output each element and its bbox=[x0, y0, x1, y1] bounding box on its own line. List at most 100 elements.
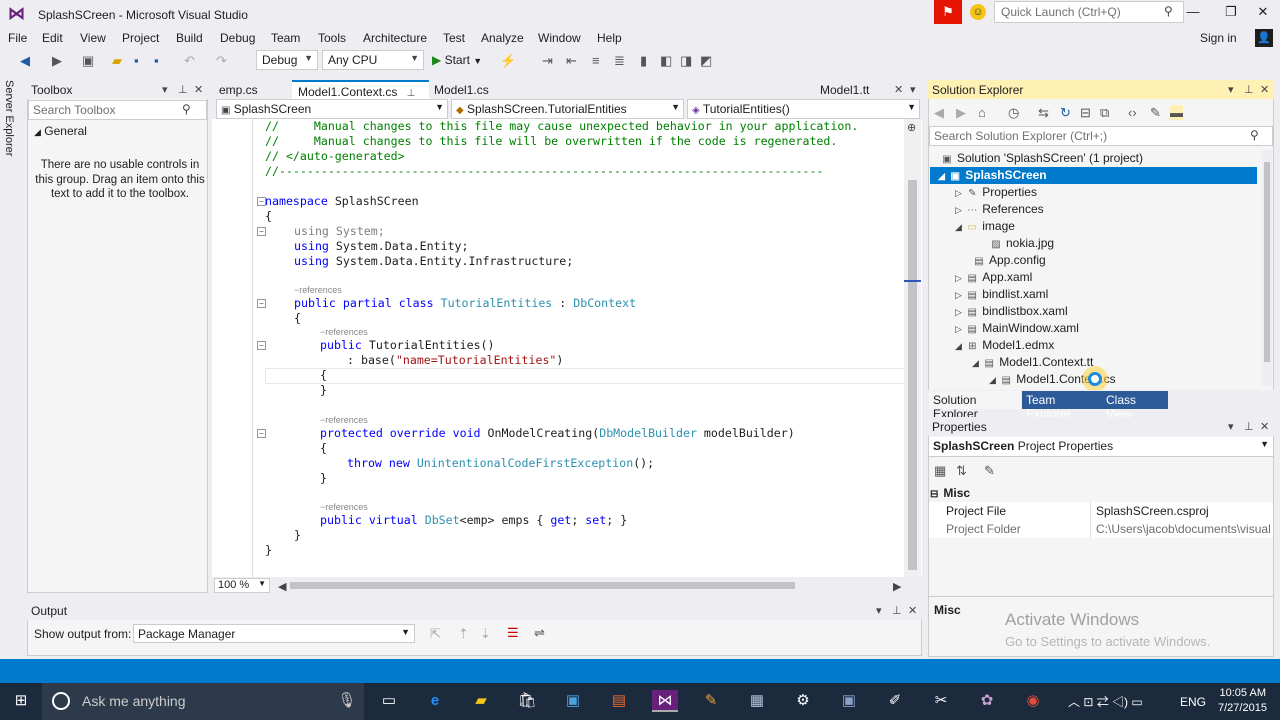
tab-emp-cs[interactable]: emp.cs bbox=[213, 80, 293, 99]
forward-icon[interactable]: ▶ bbox=[52, 53, 62, 69]
app-icon[interactable]: ⚙ bbox=[790, 690, 816, 712]
solution-explorer-search-input[interactable]: Search Solution Explorer (Ctrl+;) bbox=[929, 126, 1273, 146]
fold-toggle-icon[interactable]: − bbox=[257, 429, 266, 438]
menu-debug[interactable]: Debug bbox=[220, 31, 255, 45]
back-icon[interactable]: ◀ bbox=[934, 105, 944, 121]
tab-model1-context-cs[interactable]: Model1.Context.cs ⊥ ✕ bbox=[292, 80, 429, 113]
scrollbar-thumb[interactable] bbox=[908, 180, 917, 570]
codelens-references[interactable]: −references bbox=[320, 327, 368, 337]
tree-item-bindlist-xaml[interactable]: ▷ ▤ bindlist.xaml bbox=[955, 286, 1048, 303]
step-over-icon[interactable]: ⇤ bbox=[566, 53, 577, 69]
type-nav-select[interactable]: ◆ SplashSCreen.TutorialEntities ▼ bbox=[451, 99, 684, 119]
bookmark-prev-icon[interactable]: ◧ bbox=[660, 53, 672, 69]
windows-start-icon[interactable]: ⊞ bbox=[8, 690, 34, 712]
toolbox-group-general[interactable]: ◢ General bbox=[34, 124, 87, 138]
props-pin-icon[interactable]: ⊥ bbox=[1244, 420, 1254, 433]
sign-in-link[interactable]: Sign in bbox=[1200, 31, 1237, 45]
back-icon[interactable]: ◀ bbox=[20, 53, 30, 69]
minimize-button[interactable]: — bbox=[1176, 2, 1210, 22]
props-dropdown-icon[interactable]: ▾ bbox=[1228, 420, 1234, 433]
view-code-icon[interactable]: ‹› bbox=[1128, 105, 1137, 120]
codelens-references[interactable]: −references bbox=[320, 502, 368, 512]
clear-all-icon[interactable]: ☰ bbox=[507, 625, 519, 641]
refresh-icon[interactable]: ↻ bbox=[1060, 105, 1071, 121]
codelens-references[interactable]: −references bbox=[294, 285, 342, 295]
app-icon[interactable]: ✎ bbox=[698, 690, 724, 712]
properties-object-select[interactable]: SplashSCreen Project Properties ▼ bbox=[929, 437, 1273, 457]
fold-toggle-icon[interactable]: − bbox=[257, 227, 266, 236]
fold-toggle-icon[interactable]: − bbox=[257, 341, 266, 350]
tab-team-explorer[interactable]: Team Explorer bbox=[1022, 391, 1102, 421]
server-explorer-tab[interactable]: Server Explorer bbox=[3, 80, 15, 156]
tree-item-image-folder[interactable]: ◢ ▭ image bbox=[955, 218, 1015, 235]
tab-list-dropdown-icon[interactable]: ▾ bbox=[910, 83, 916, 96]
redo-icon[interactable]: ↷ bbox=[216, 53, 227, 69]
tree-item-model1-edmx[interactable]: ◢ ⊞ Model1.edmx bbox=[955, 337, 1054, 354]
input-language[interactable]: ENG bbox=[1180, 695, 1206, 709]
menu-analyze[interactable]: Analyze bbox=[481, 31, 524, 45]
menu-team[interactable]: Team bbox=[271, 31, 300, 45]
uncomment-icon[interactable]: ≣ bbox=[614, 53, 625, 69]
file-explorer-icon[interactable]: ▰ bbox=[468, 690, 494, 712]
tab-model1-cs[interactable]: Model1.cs bbox=[428, 80, 508, 99]
tree-item-nokia-jpg[interactable]: ▨ nokia.jpg bbox=[989, 235, 1054, 252]
output-source-select[interactable]: Package Manager ▼ bbox=[133, 624, 415, 643]
close-window-button[interactable]: ✕ bbox=[1246, 2, 1280, 22]
tab-class-view[interactable]: Class View bbox=[1102, 391, 1168, 421]
se-scrollbar-thumb[interactable] bbox=[1264, 162, 1270, 362]
tree-item-app-config[interactable]: ▤ App.config bbox=[972, 252, 1045, 269]
edge-icon[interactable]: e bbox=[422, 690, 448, 712]
menu-architecture[interactable]: Architecture bbox=[363, 31, 427, 45]
split-editor-icon[interactable]: ⊕ bbox=[907, 121, 916, 134]
menu-test[interactable]: Test bbox=[443, 31, 465, 45]
word-wrap-icon[interactable]: ⇌ bbox=[534, 625, 545, 641]
app-icon[interactable]: ✿ bbox=[974, 690, 1000, 712]
bookmark-icon[interactable]: ▮ bbox=[640, 53, 647, 69]
menu-file[interactable]: File bbox=[8, 31, 27, 45]
app-icon[interactable]: ▣ bbox=[836, 690, 862, 712]
platform-select[interactable]: Any CPU ▼ bbox=[322, 50, 424, 70]
toolbox-search-input[interactable]: Search Toolbox bbox=[28, 100, 207, 120]
cortana-search-box[interactable]: Ask me anything bbox=[42, 683, 364, 720]
props-close-icon[interactable]: ✕ bbox=[1260, 420, 1269, 433]
store-icon[interactable]: 🛍 bbox=[514, 690, 540, 712]
preview-icon[interactable]: ▬ bbox=[1170, 105, 1183, 120]
tree-item-solution[interactable]: ▣ Solution 'SplashSCreen' (1 project) bbox=[940, 150, 1143, 167]
notifications-flag-icon[interactable]: ⚑ bbox=[934, 0, 962, 24]
open-file-icon[interactable]: ▰ bbox=[112, 53, 122, 69]
se-close-icon[interactable]: ✕ bbox=[1260, 83, 1269, 96]
microphone-icon[interactable]: 🎙 bbox=[334, 690, 360, 712]
tab-solution-explorer[interactable]: Solution Explorer bbox=[929, 391, 1021, 421]
alphabetical-icon[interactable]: ⇅ bbox=[956, 463, 967, 479]
chrome-icon[interactable]: ◉ bbox=[1020, 690, 1046, 712]
tab-model1-tt[interactable]: Model1.tt bbox=[814, 80, 886, 99]
toolbox-pin-icon[interactable]: ⊥ bbox=[178, 83, 188, 96]
property-row[interactable]: Project Folder C:\Users\jacob\documents\v… bbox=[929, 520, 1273, 538]
undo-icon[interactable]: ↶ bbox=[184, 53, 195, 69]
menu-build[interactable]: Build bbox=[176, 31, 203, 45]
app-icon[interactable]: ✂ bbox=[928, 690, 954, 712]
tree-item-references[interactable]: ▷ ⋯ References bbox=[955, 201, 1044, 218]
browser-link-icon[interactable]: ⚡ bbox=[500, 53, 516, 69]
system-clock[interactable]: 10:05 AM 7/27/2015 bbox=[1218, 686, 1267, 716]
output-pin-icon[interactable]: ⊥ bbox=[892, 604, 902, 617]
zoom-select[interactable]: 100 % ▼ bbox=[214, 578, 270, 593]
properties-wrench-icon[interactable]: ✎ bbox=[1150, 105, 1161, 121]
tray-icons[interactable]: ︿ ⊡ ⇄ ◁) ▭ bbox=[1068, 693, 1143, 710]
menu-window[interactable]: Window bbox=[538, 31, 581, 45]
sync-icon[interactable]: ⇆ bbox=[1038, 105, 1049, 121]
prev-message-icon[interactable]: ⇡ bbox=[458, 626, 469, 642]
app-icon[interactable]: ▦ bbox=[744, 690, 770, 712]
app-icon[interactable]: ▣ bbox=[560, 690, 586, 712]
se-pin-icon[interactable]: ⊥ bbox=[1244, 83, 1254, 96]
menu-help[interactable]: Help bbox=[597, 31, 622, 45]
restore-button[interactable]: ❐ bbox=[1214, 2, 1248, 22]
toolbox-close-icon[interactable]: ✕ bbox=[194, 83, 203, 96]
toolbox-dropdown-icon[interactable]: ▾ bbox=[162, 83, 168, 96]
output-dropdown-icon[interactable]: ▾ bbox=[876, 604, 882, 617]
scroll-left-icon[interactable]: ◀ bbox=[278, 580, 286, 593]
property-pages-icon[interactable]: ✎ bbox=[984, 463, 995, 479]
collapse-all-icon[interactable]: ⊟ bbox=[1080, 105, 1091, 121]
fold-toggle-icon[interactable]: − bbox=[257, 299, 266, 308]
tree-item-bindlistbox-xaml[interactable]: ▷ ▤ bindlistbox.xaml bbox=[955, 303, 1068, 320]
